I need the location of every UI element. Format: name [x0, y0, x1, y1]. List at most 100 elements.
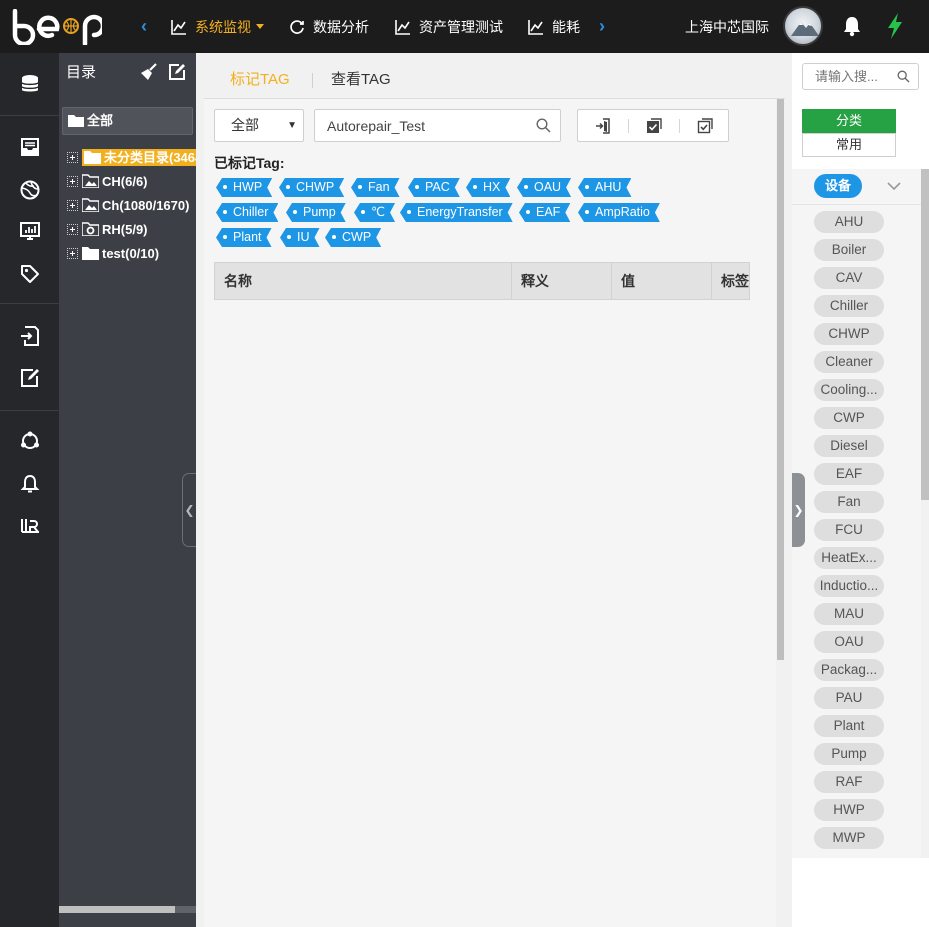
share-nodes-icon[interactable] — [19, 430, 41, 452]
category-toggle-button[interactable]: 分类 — [802, 109, 896, 133]
category-search-box[interactable] — [802, 63, 919, 90]
bell-icon[interactable] — [841, 15, 863, 37]
chevron-down-icon[interactable] — [886, 179, 902, 193]
category-pill[interactable]: CWP — [814, 407, 884, 429]
expand-icon[interactable] — [67, 176, 78, 187]
tag-icon[interactable] — [19, 263, 41, 285]
category-pill[interactable]: FCU — [814, 519, 884, 541]
scrollbar-thumb[interactable] — [921, 169, 929, 500]
tag-chip[interactable]: EnergyTransfer — [400, 203, 513, 222]
scrollbar-thumb[interactable] — [777, 99, 784, 660]
search-icon[interactable] — [536, 118, 551, 133]
tag-chip[interactable]: EAF — [519, 203, 570, 222]
import-button[interactable] — [578, 110, 628, 141]
category-pill[interactable]: OAU — [814, 631, 884, 653]
category-pill[interactable]: RAF — [814, 771, 884, 793]
inbox-icon[interactable] — [19, 136, 41, 158]
collapse-tree-handle[interactable]: ❮ — [182, 473, 196, 547]
edit-icon[interactable] — [168, 63, 186, 81]
expand-icon[interactable] — [67, 152, 78, 163]
scrollbar-thumb[interactable] — [59, 906, 175, 913]
tree-node-rh[interactable]: RH(5/9) — [67, 220, 148, 240]
nav-next-arrow[interactable]: › — [599, 15, 605, 37]
lightning-icon[interactable] — [885, 12, 905, 40]
tree-node-test[interactable]: test(0/10) — [67, 244, 159, 264]
bell-icon[interactable] — [19, 473, 41, 495]
category-pill[interactable]: Boiler — [814, 239, 884, 261]
category-pill[interactable]: Cleaner — [814, 351, 884, 373]
category-pill[interactable]: Chiller — [814, 295, 884, 317]
category-pill[interactable]: PAU — [814, 687, 884, 709]
tag-chip[interactable]: HWP — [216, 178, 272, 197]
tag-chip[interactable]: OAU — [517, 178, 571, 197]
category-pill[interactable]: CHWP — [814, 323, 884, 345]
beop-logo[interactable]: beop — [10, 9, 102, 45]
tab-mark-tag[interactable]: 标记TAG — [230, 70, 290, 90]
mark-all-button[interactable] — [680, 110, 730, 141]
report-icon[interactable] — [19, 514, 41, 536]
category-pill[interactable]: Packag... — [814, 659, 884, 681]
tag-chip[interactable]: Fan — [351, 178, 400, 197]
nav-energy[interactable]: 能耗 — [528, 17, 580, 37]
avatar[interactable] — [783, 6, 823, 46]
tag-chip[interactable]: Plant — [216, 228, 272, 247]
company-name[interactable]: 上海中芯国际 — [685, 17, 769, 37]
tag-chip[interactable]: PAC — [408, 178, 460, 197]
category-pill[interactable]: HWP — [814, 799, 884, 821]
search-icon[interactable] — [897, 70, 910, 83]
tag-chip[interactable]: IU — [280, 228, 320, 247]
search-box[interactable] — [314, 109, 561, 142]
group-device-pill[interactable]: 设备 — [814, 174, 862, 198]
category-pill[interactable]: CAV — [814, 267, 884, 289]
column-header-value[interactable]: 值 — [612, 263, 712, 299]
column-header-meaning[interactable]: 释义 — [512, 263, 612, 299]
nav-data-analysis[interactable]: 数据分析 — [289, 17, 369, 37]
category-pill[interactable]: Diesel — [814, 435, 884, 457]
edit-note-icon[interactable] — [19, 367, 41, 389]
column-header-tag[interactable]: 标签 — [712, 263, 749, 299]
document-export-icon[interactable] — [19, 325, 41, 347]
tab-view-tag[interactable]: 查看TAG — [331, 70, 391, 90]
expand-icon[interactable] — [67, 248, 78, 259]
globe-icon[interactable] — [19, 179, 41, 201]
tag-chip[interactable]: AHU — [578, 178, 631, 197]
tag-chip[interactable]: ℃ — [354, 203, 395, 222]
nav-prev-arrow[interactable]: ‹ — [141, 15, 147, 37]
vertical-scrollbar[interactable] — [921, 169, 929, 858]
search-input[interactable] — [315, 110, 530, 141]
tree-node-ch[interactable]: CH(6/6) — [67, 172, 148, 192]
broom-icon[interactable] — [140, 63, 158, 81]
tag-chip[interactable]: CWP — [325, 228, 381, 247]
category-pill[interactable]: Pump — [814, 743, 884, 765]
category-pill[interactable]: HeatEx... — [814, 547, 884, 569]
category-pill[interactable]: Inductio... — [814, 575, 884, 597]
vertical-scrollbar[interactable] — [776, 99, 785, 927]
category-pill[interactable]: MWP — [814, 827, 884, 849]
tag-chip[interactable]: HX — [466, 178, 510, 197]
monitor-chart-icon[interactable] — [19, 220, 41, 242]
common-toggle-button[interactable]: 常用 — [802, 133, 896, 157]
tree-node-uncategorized[interactable]: 未分类目录(3464 — [67, 148, 196, 168]
tree-node-ch-1080[interactable]: Ch(1080/1670) — [67, 196, 189, 216]
category-pill[interactable]: MAU — [814, 603, 884, 625]
database-icon[interactable] — [19, 73, 41, 95]
tag-chip[interactable]: CHWP — [279, 178, 344, 197]
category-pill[interactable]: Fan — [814, 491, 884, 513]
mark-selected-button[interactable] — [629, 110, 679, 141]
category-pill[interactable]: AHU — [814, 211, 884, 233]
column-header-name[interactable]: 名称 — [215, 263, 512, 299]
category-search-input[interactable] — [803, 64, 893, 89]
collapse-category-handle[interactable]: ❯ — [792, 473, 805, 547]
tag-chip[interactable]: Pump — [286, 203, 346, 222]
nav-system-monitor[interactable]: 系统监视 — [171, 17, 264, 37]
expand-icon[interactable] — [67, 200, 78, 211]
nav-asset-management[interactable]: 资产管理测试 — [395, 17, 503, 37]
category-pill[interactable]: Plant — [814, 715, 884, 737]
expand-icon[interactable] — [67, 224, 78, 235]
category-pill[interactable]: EAF — [814, 463, 884, 485]
category-pill[interactable]: Cooling... — [814, 379, 884, 401]
tag-chip[interactable]: Chiller — [216, 203, 278, 222]
tree-all-node[interactable]: 全部 — [62, 107, 193, 135]
scope-select[interactable]: 全部 ▼ — [214, 109, 304, 142]
tag-chip[interactable]: AmpRatio — [578, 203, 660, 222]
